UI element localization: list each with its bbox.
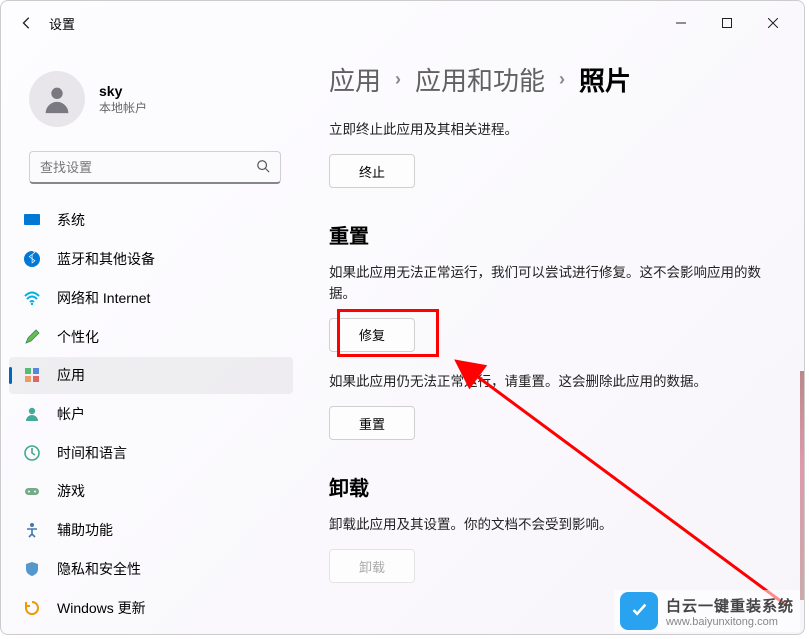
- sidebar-item-label: 系统: [57, 210, 85, 230]
- close-button[interactable]: [750, 7, 796, 39]
- sidebar-item-label: 时间和语言: [57, 443, 127, 463]
- wifi-icon: [23, 289, 41, 307]
- sidebar-item-accessibility[interactable]: 辅助功能: [9, 512, 293, 549]
- avatar: [29, 71, 85, 127]
- sidebar-item-personalization[interactable]: 个性化: [9, 318, 293, 355]
- maximize-button[interactable]: [704, 7, 750, 39]
- back-button[interactable]: [9, 5, 45, 41]
- sidebar-item-label: 蓝牙和其他设备: [57, 249, 155, 269]
- search-icon: [256, 159, 270, 176]
- apps-icon: [23, 366, 41, 384]
- sidebar-item-network[interactable]: 网络和 Internet: [9, 279, 293, 316]
- reset-button[interactable]: 重置: [329, 406, 415, 440]
- breadcrumb-apps[interactable]: 应用: [329, 61, 381, 98]
- search-box[interactable]: [29, 151, 281, 184]
- uninstall-button: 卸载: [329, 549, 415, 583]
- chevron-right-icon: ›: [395, 69, 401, 90]
- sidebar-item-gaming[interactable]: 游戏: [9, 473, 293, 510]
- titlebar: 设置: [1, 1, 804, 45]
- back-arrow-icon: [20, 16, 34, 30]
- person-icon: [40, 82, 74, 116]
- watermark-line2: www.baiyunxitong.com: [666, 616, 794, 628]
- update-icon: [23, 599, 41, 617]
- watermark-logo-icon: [620, 592, 658, 630]
- breadcrumb-apps-features[interactable]: 应用和功能: [415, 61, 545, 98]
- shield-icon: [23, 560, 41, 578]
- sidebar-item-time-language[interactable]: 时间和语言: [9, 434, 293, 471]
- breadcrumb-current: 照片: [579, 61, 631, 98]
- sidebar-item-system[interactable]: 系统: [9, 202, 293, 239]
- accessibility-icon: [23, 521, 41, 539]
- terminate-button[interactable]: 终止: [329, 154, 415, 188]
- globe-clock-icon: [23, 444, 41, 462]
- sidebar-item-bluetooth[interactable]: 蓝牙和其他设备: [9, 241, 293, 278]
- nav-list: 系统 蓝牙和其他设备 网络和 Internet 个性化 应用: [9, 202, 301, 626]
- profile-name: sky: [99, 83, 147, 99]
- gaming-icon: [23, 482, 41, 500]
- sidebar-item-accounts[interactable]: 帐户: [9, 396, 293, 433]
- uninstall-text: 卸载此应用及其设置。你的文档不会受到影响。: [329, 515, 764, 535]
- repair-button[interactable]: 修复: [329, 318, 415, 352]
- sidebar-item-label: 应用: [57, 365, 85, 385]
- profile-sub: 本地帐户: [99, 99, 147, 116]
- sidebar-item-label: 网络和 Internet: [57, 288, 150, 308]
- repair-text: 如果此应用无法正常运行，我们可以尝试进行修复。这不会影响应用的数据。: [329, 263, 764, 304]
- uninstall-heading: 卸载: [329, 472, 764, 501]
- sidebar-item-label: 个性化: [57, 327, 99, 347]
- search-input[interactable]: [40, 160, 256, 175]
- account-icon: [23, 405, 41, 423]
- sidebar-item-update[interactable]: Windows 更新: [9, 589, 293, 626]
- sidebar-item-label: 隐私和安全性: [57, 559, 141, 579]
- main-content: 应用 › 应用和功能 › 照片 立即终止此应用及其相关进程。 终止 重置 如果此…: [301, 45, 804, 634]
- sidebar-item-label: 游戏: [57, 481, 85, 501]
- watermark: 白云一键重装系统 www.baiyunxitong.com: [614, 590, 800, 632]
- profile-block[interactable]: sky 本地帐户: [9, 53, 301, 151]
- sidebar-item-label: 辅助功能: [57, 520, 113, 540]
- sidebar-item-privacy[interactable]: 隐私和安全性: [9, 550, 293, 587]
- sidebar-item-label: 帐户: [57, 404, 85, 424]
- minimize-button[interactable]: [658, 7, 704, 39]
- reset-heading: 重置: [329, 220, 764, 249]
- system-icon: [23, 211, 41, 229]
- terminate-text: 立即终止此应用及其相关进程。: [329, 120, 764, 140]
- brush-icon: [23, 328, 41, 346]
- bluetooth-icon: [23, 250, 41, 268]
- chevron-right-icon: ›: [559, 69, 565, 90]
- watermark-line1: 白云一键重装系统: [666, 595, 794, 616]
- sidebar-item-apps[interactable]: 应用: [9, 357, 293, 394]
- sidebar-item-label: Windows 更新: [57, 598, 146, 618]
- reset-text: 如果此应用仍无法正常运行，请重置。这会删除此应用的数据。: [329, 372, 764, 392]
- decorative-edge: [800, 371, 804, 600]
- breadcrumb: 应用 › 应用和功能 › 照片: [329, 61, 764, 98]
- sidebar: sky 本地帐户 系统 蓝牙和其他设备: [1, 45, 301, 634]
- window-title: 设置: [49, 14, 75, 33]
